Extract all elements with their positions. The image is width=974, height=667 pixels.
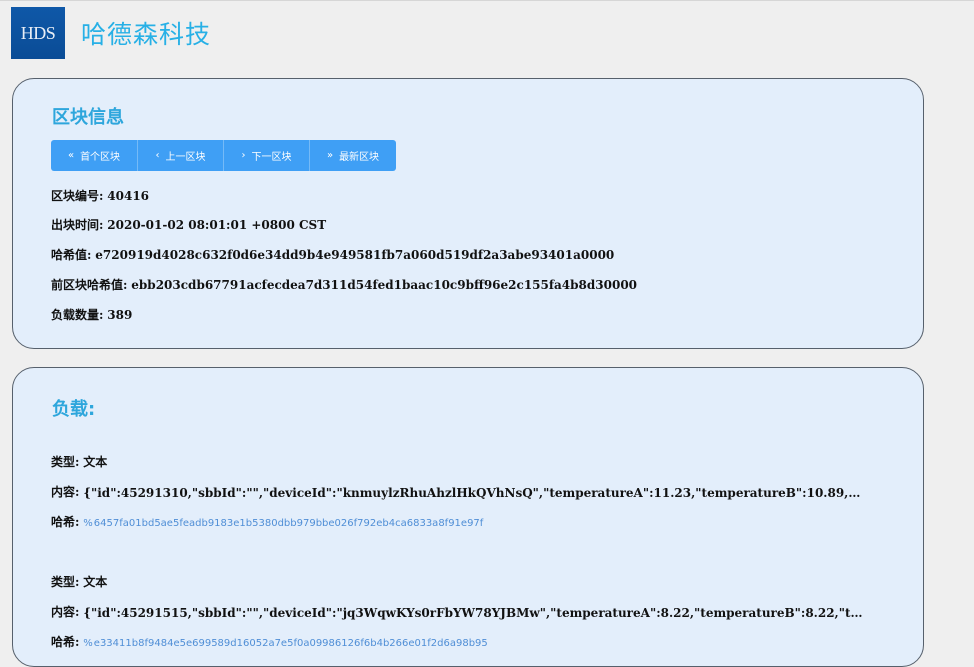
previous-block-button[interactable]: ‹ 上一区块 <box>138 140 224 171</box>
payload-content-value: {"id":45291515,"sbbId":"","deviceId":"jq… <box>83 606 866 620</box>
block-number-row: 区块编号: 40416 <box>51 189 150 203</box>
block-hash-row: 哈希值: e720919d4028c632f0d6e34dd9b4e949581… <box>51 248 615 262</box>
payload-hash-value: 6457fa01bd5ae5feadb9183e1b5380dbb979bbe0… <box>93 518 484 529</box>
next-block-label: 下一区块 <box>251 152 292 163</box>
block-number-value: 40416 <box>107 189 150 203</box>
top-border <box>0 0 974 1</box>
block-time-row: 出块时间: 2020-01-02 08:01:01 +0800 CST <box>51 218 327 232</box>
double-chevron-right-icon: » <box>326 150 334 161</box>
link-icon: % <box>83 638 93 649</box>
double-chevron-left-icon: « <box>67 150 75 161</box>
block-nav-buttons: « 首个区块 ‹ 上一区块 › 下一区块 » 最新区块 <box>51 140 396 171</box>
prev-block-hash-value: ebb203cdb67791acfecdea7d311d54fed1baac10… <box>131 278 638 292</box>
next-block-button[interactable]: › 下一区块 <box>224 140 310 171</box>
payload-title: 负载: <box>52 399 96 420</box>
payload-type-value: 文本 <box>83 575 108 589</box>
payload-hash-row: 哈希: %e33411b8f9484e5e699589d16052a7e5f0a… <box>51 635 488 649</box>
link-icon: % <box>83 518 93 529</box>
payload-hash-link[interactable]: %e33411b8f9484e5e699589d16052a7e5f0a0998… <box>83 638 488 649</box>
payload-type-key: 类型 <box>51 575 76 589</box>
payload-type-key: 类型 <box>51 455 76 469</box>
payload-content-key: 内容 <box>51 605 76 619</box>
payload-content-key: 内容 <box>51 485 76 499</box>
block-info-card: 区块信息 « 首个区块 ‹ 上一区块 › 下一区块 » 最新区块 区块编号: 4… <box>12 78 924 349</box>
block-number-key: 区块编号 <box>51 189 100 203</box>
payload-hash-row: 哈希: %6457fa01bd5ae5feadb9183e1b5380dbb97… <box>51 515 484 529</box>
previous-block-label: 上一区块 <box>165 152 206 163</box>
payload-hash-value: e33411b8f9484e5e699589d16052a7e5f0a09986… <box>93 638 488 649</box>
prev-block-hash-key: 前区块哈希值 <box>51 278 124 292</box>
block-time-key: 出块时间 <box>51 218 100 232</box>
payload-count-row: 负载数量: 389 <box>51 308 133 322</box>
app-header: HDS 哈德森科技 <box>11 7 211 59</box>
payload-hash-key: 哈希 <box>51 635 76 649</box>
payload-content-row: 内容: {"id":45291310,"sbbId":"","deviceId"… <box>51 483 866 500</box>
latest-block-label: 最新区块 <box>339 152 380 163</box>
block-hash-key: 哈希值 <box>51 248 88 262</box>
payload-content-value: {"id":45291310,"sbbId":"","deviceId":"kn… <box>83 486 866 500</box>
payload-content-row: 内容: {"id":45291515,"sbbId":"","deviceId"… <box>51 603 866 620</box>
payload-type-row: 类型: 文本 <box>51 455 108 469</box>
first-block-button[interactable]: « 首个区块 <box>51 140 138 171</box>
chevron-left-icon: ‹ <box>155 150 160 161</box>
brand-title[interactable]: 哈德森科技 <box>81 15 211 51</box>
payload-card: 负载: 类型: 文本 内容: {"id":45291310,"sbbId":""… <box>12 367 924 667</box>
payload-type-value: 文本 <box>83 455 108 469</box>
payload-hash-key: 哈希 <box>51 515 76 529</box>
block-info-title: 区块信息 <box>52 107 124 128</box>
payload-hash-link[interactable]: %6457fa01bd5ae5feadb9183e1b5380dbb979bbe… <box>83 518 483 529</box>
hds-logo[interactable]: HDS <box>11 7 65 59</box>
latest-block-button[interactable]: » 最新区块 <box>310 140 396 171</box>
payload-count-value: 389 <box>107 308 133 322</box>
prev-block-hash-row: 前区块哈希值: ebb203cdb67791acfecdea7d311d54fe… <box>51 278 638 292</box>
payload-count-key: 负载数量 <box>51 308 100 322</box>
chevron-right-icon: › <box>241 150 246 161</box>
block-hash-value: e720919d4028c632f0d6e34dd9b4e949581fb7a0… <box>95 248 615 262</box>
block-time-value: 2020-01-02 08:01:01 +0800 CST <box>107 218 327 232</box>
payload-type-row: 类型: 文本 <box>51 575 108 589</box>
first-block-label: 首个区块 <box>80 152 121 163</box>
